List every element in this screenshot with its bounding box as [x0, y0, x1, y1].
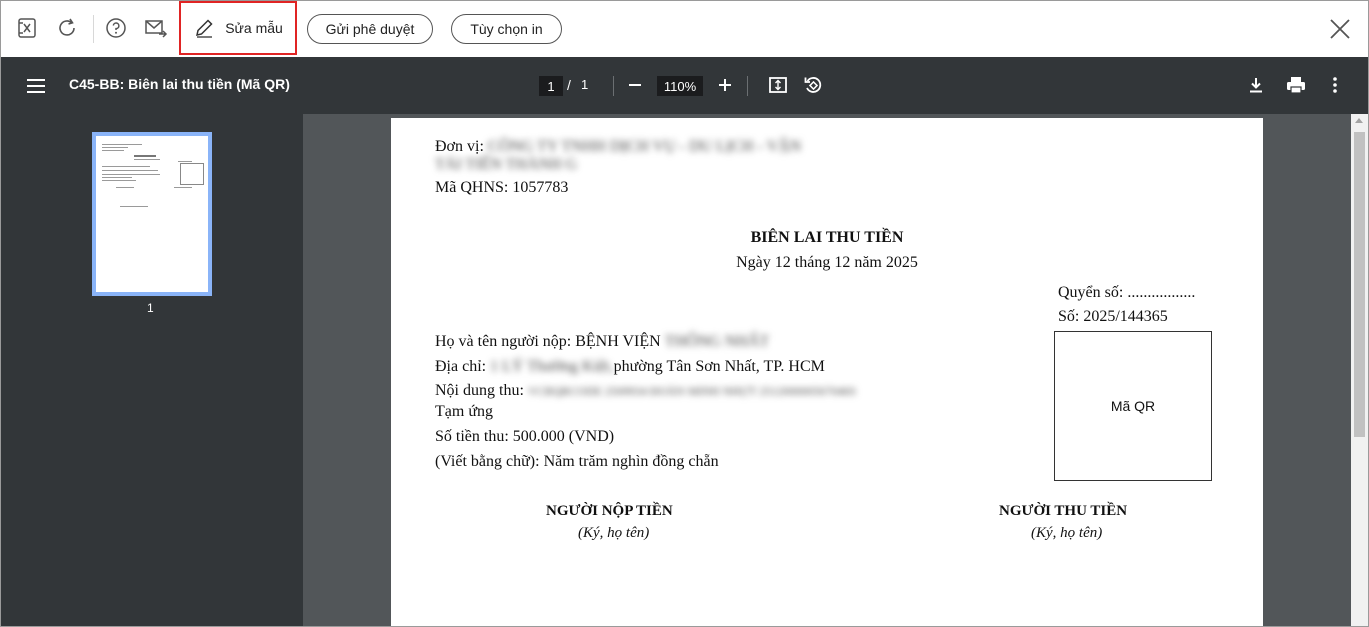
send-approval-button[interactable]: Gửi phê duyệt [307, 14, 433, 44]
payer-name: Họ và tên người nộp: BỆNH VIỆN THỐNG NHẤ… [435, 333, 770, 350]
page-separator: / [567, 77, 571, 93]
payer-signature-title: NGƯỜI NỘP TIỀN [546, 503, 673, 519]
header-divider [747, 76, 748, 96]
collector-signature-note: (Ký, họ tên) [1031, 525, 1103, 541]
payment-content-line2: Tạm ứng [435, 403, 493, 420]
unit-name-blurred: CÔNG TY TNHH DỊCH VỤ - DU LỊCH - VẬN [487, 138, 802, 155]
close-icon[interactable] [1328, 17, 1352, 41]
pencil-icon [196, 19, 213, 38]
thumbnail-page-number: 1 [147, 301, 154, 315]
vertical-scrollbar[interactable] [1351, 114, 1368, 626]
edit-template-label: Sửa mẫu [225, 20, 283, 36]
help-icon[interactable] [103, 15, 129, 41]
toolbar-divider [93, 15, 94, 43]
rotate-icon[interactable] [802, 74, 824, 96]
payment-content: Nội dung thu: VCBQRCODE 2509934 ĐOÀN MIN… [435, 382, 856, 399]
pdf-viewer-header: C45-BB: Biên lai thu tiền (Mã QR) 1 / 1 … [1, 57, 1368, 114]
address: Địa chỉ: 1 LÝ Thường Kiệt,phường Tân Sơn… [435, 358, 825, 375]
app-window: Sửa mẫu Gửi phê duyệt Tùy chọn in C45-BB… [0, 0, 1369, 627]
amount-in-words: (Viết bằng chữ): Năm trăm nghìn đồng chẵ… [435, 453, 719, 470]
document-page: Đơn vị: CÔNG TY TNHH DỊCH VỤ - DU LỊCH -… [391, 118, 1263, 626]
zoom-in-icon[interactable] [714, 74, 736, 96]
edit-template-button[interactable]: Sửa mẫu [179, 1, 297, 55]
zoom-level-input[interactable]: 110% [657, 76, 703, 96]
send-email-icon[interactable] [143, 15, 169, 41]
header-divider [613, 76, 614, 96]
amount: Số tiền thu: 500.000 (VND) [435, 428, 615, 445]
more-options-icon[interactable] [1324, 74, 1346, 96]
document-area: Đơn vị: CÔNG TY TNHH DỊCH VỤ - DU LỊCH -… [303, 114, 1351, 626]
print-icon[interactable] [1285, 74, 1307, 96]
unit-label: Đơn vị: CÔNG TY TNHH DỊCH VỤ - DU LỊCH -… [435, 138, 802, 155]
page-thumbnail[interactable] [92, 132, 212, 296]
page-number-input[interactable]: 1 [539, 76, 563, 96]
unit-name-line2: TẢI TIẾN THÀNH G [435, 156, 578, 173]
document-title: C45-BB: Biên lai thu tiền (Mã QR) [69, 76, 290, 92]
serial-number: Số: 2025/144365 [1058, 308, 1168, 325]
excel-export-icon[interactable] [14, 15, 40, 41]
top-toolbar: Sửa mẫu Gửi phê duyệt Tùy chọn in [1, 1, 1368, 57]
print-options-button[interactable]: Tùy chọn in [451, 14, 562, 44]
book-number: Quyển số: ................. [1058, 284, 1196, 301]
scrollbar-thumb[interactable] [1354, 132, 1365, 437]
menu-icon[interactable] [25, 75, 47, 97]
fit-page-icon[interactable] [767, 74, 789, 96]
payer-signature-note: (Ký, họ tên) [578, 525, 650, 541]
thumbnail-sidebar: 1 [1, 114, 303, 626]
collector-signature-title: NGƯỜI THU TIỀN [999, 503, 1128, 519]
download-icon[interactable] [1245, 74, 1267, 96]
qhns-code: Mã QHNS: 1057783 [435, 179, 569, 196]
zoom-out-icon[interactable] [624, 74, 646, 96]
receipt-title: BIÊN LAI THU TIỀN [750, 229, 904, 246]
refresh-icon[interactable] [54, 15, 80, 41]
scroll-up-icon[interactable] [1355, 118, 1363, 123]
page-total: 1 [581, 77, 589, 92]
qr-code-box: Mã QR [1054, 331, 1212, 481]
receipt-date: Ngày 12 tháng 12 năm 2025 [736, 254, 918, 271]
